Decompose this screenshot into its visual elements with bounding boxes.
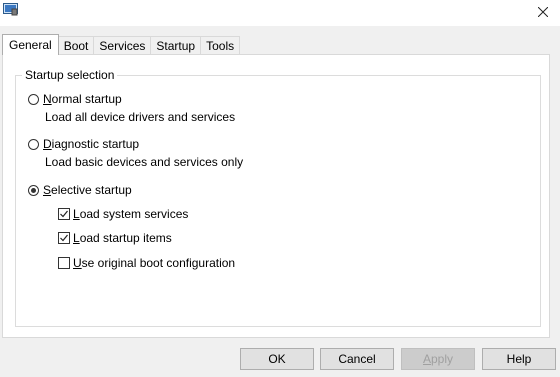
group-title: Startup selection [22, 68, 118, 82]
general-tab-panel: Startup selection Normal startup Load al… [2, 54, 550, 338]
radio-button[interactable] [28, 93, 39, 105]
normal-startup-label: Normal startup [43, 92, 122, 106]
selective-startup-radio[interactable]: Selective startup [28, 183, 132, 197]
normal-startup-radio[interactable]: Normal startup [28, 92, 122, 106]
load-system-services-label: Load system services [73, 207, 189, 221]
checkmark-icon [60, 234, 68, 242]
diagnostic-startup-label: Diagnostic startup [43, 137, 140, 151]
checkmark-icon [60, 210, 68, 218]
use-original-boot-checkbox[interactable]: Use original boot configuration [58, 256, 235, 270]
tab-strip: General Boot Services Startup Tools [2, 34, 241, 55]
close-icon [538, 7, 548, 17]
use-original-boot-label: Use original boot configuration [73, 256, 236, 270]
radio-button-selected[interactable] [28, 184, 39, 196]
checkbox-checked[interactable] [58, 232, 70, 244]
close-button[interactable] [526, 0, 560, 24]
title-bar [0, 0, 560, 26]
load-startup-items-label: Load startup items [73, 231, 172, 245]
diagnostic-startup-description: Load basic devices and services only [45, 155, 244, 169]
load-system-services-checkbox[interactable]: Load system services [58, 207, 188, 221]
selective-startup-label: Selective startup [43, 183, 132, 197]
tab-tools[interactable]: Tools [200, 36, 241, 55]
tab-services[interactable]: Services [93, 36, 152, 55]
radio-button[interactable] [28, 138, 39, 150]
ok-button[interactable]: OK [240, 348, 314, 370]
apply-button[interactable]: Apply [401, 348, 475, 370]
msconfig-icon [3, 3, 18, 16]
tab-startup[interactable]: Startup [150, 36, 202, 55]
checkbox-checked[interactable] [58, 208, 70, 220]
load-startup-items-checkbox[interactable]: Load startup items [58, 231, 172, 245]
tab-general[interactable]: General [2, 34, 59, 55]
diagnostic-startup-radio[interactable]: Diagnostic startup [28, 137, 139, 151]
startup-selection-group: Startup selection Normal startup Load al… [15, 68, 541, 327]
normal-startup-description: Load all device drivers and services [45, 110, 236, 124]
cancel-button[interactable]: Cancel [320, 348, 394, 370]
help-button[interactable]: Help [482, 348, 556, 370]
tab-boot[interactable]: Boot [57, 36, 95, 55]
checkbox-unchecked[interactable] [58, 257, 70, 269]
